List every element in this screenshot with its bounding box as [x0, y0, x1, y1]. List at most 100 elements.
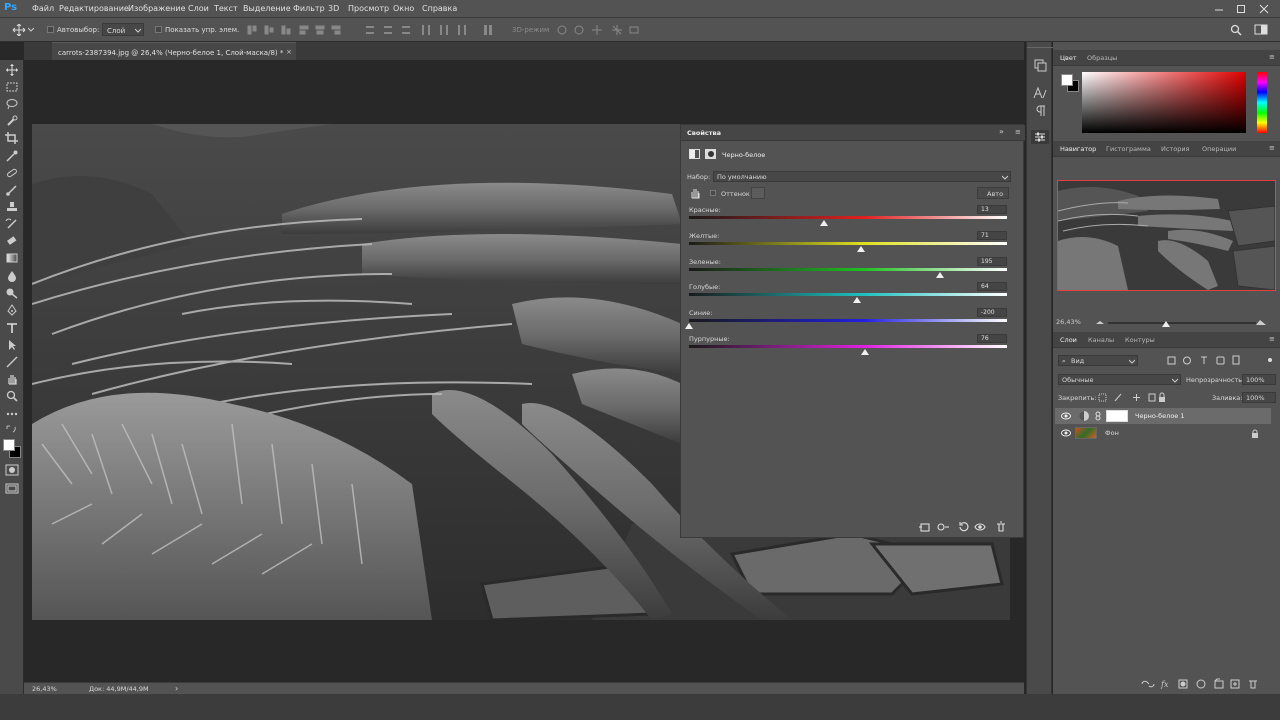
collapse-panel-icon[interactable]: » [999, 127, 1004, 136]
slider-thumb[interactable] [820, 220, 829, 226]
layer-filter-icons[interactable] [1165, 355, 1275, 366]
libraries-icon[interactable] [1033, 58, 1047, 72]
close-icon[interactable] [1259, 4, 1269, 14]
menu-type[interactable]: Текст [214, 4, 238, 13]
slider-track[interactable] [689, 216, 1007, 219]
slider-value-input[interactable]: 76 [977, 334, 1007, 343]
slider-value-input[interactable]: 195 [977, 257, 1007, 266]
healing-brush-tool-icon[interactable] [5, 167, 19, 179]
blur-tool-icon[interactable] [5, 270, 19, 282]
navigator-zoom-slider[interactable] [1096, 318, 1266, 328]
navigator-preview[interactable] [1057, 180, 1276, 291]
slider-track[interactable] [689, 319, 1007, 322]
search-icon[interactable] [1230, 24, 1242, 36]
menu-filter[interactable]: Фильтр [293, 4, 325, 13]
adjustment-icon[interactable] [689, 149, 700, 159]
slider-thumb[interactable] [685, 323, 693, 329]
hue-slider[interactable] [1257, 72, 1267, 133]
properties-icon[interactable] [1031, 130, 1049, 144]
layers-footer-icons[interactable]: fx [1139, 678, 1279, 690]
menu-help[interactable]: Справка [422, 4, 457, 13]
slider-value-input[interactable]: 71 [977, 231, 1007, 240]
panel-menu-icon[interactable]: ≡ [1269, 53, 1275, 61]
slider-track[interactable] [689, 242, 1007, 245]
foreground-color-swatch[interactable] [3, 439, 15, 451]
layer-filter-dropdown[interactable]: ⌕ Вид [1058, 355, 1138, 366]
type-tool-icon[interactable] [5, 322, 19, 334]
status-zoom[interactable]: 26,43% [32, 685, 57, 693]
link-icon[interactable] [1095, 411, 1101, 421]
status-menu-arrow-icon[interactable]: › [175, 684, 178, 693]
tint-checkbox[interactable] [710, 190, 716, 196]
panel-menu-icon[interactable]: ≡ [1015, 128, 1021, 136]
tab-actions[interactable]: Операции [1202, 145, 1236, 153]
crop-tool-icon[interactable] [5, 132, 19, 144]
minimize-icon[interactable] [1214, 4, 1224, 14]
chevron-down-icon[interactable] [28, 27, 34, 33]
slider-track[interactable] [689, 345, 1007, 348]
eraser-tool-icon[interactable] [5, 235, 19, 247]
more-tools-icon[interactable] [5, 408, 19, 420]
menu-select[interactable]: Выделение [243, 4, 291, 13]
path-selection-tool-icon[interactable] [5, 339, 19, 351]
marquee-tool-icon[interactable] [5, 81, 19, 93]
tab-swatches[interactable]: Образцы [1087, 54, 1117, 62]
tab-color[interactable]: Цвет [1060, 54, 1077, 62]
lasso-tool-icon[interactable] [5, 98, 19, 110]
menu-edit[interactable]: Редактирование [59, 4, 129, 13]
autoselect-dropdown[interactable]: Слой [102, 23, 144, 36]
column-grip[interactable] [1027, 44, 1053, 48]
distribute-buttons[interactable] [364, 23, 494, 37]
layer-row-background[interactable]: Фон [1055, 425, 1271, 441]
tab-navigator[interactable]: Навигатор [1060, 145, 1096, 153]
3d-tool-icons[interactable] [556, 23, 640, 37]
move-tool-icon[interactable] [12, 24, 26, 36]
slider-thumb[interactable] [852, 297, 861, 303]
fill-input[interactable]: 100% [1242, 392, 1276, 403]
auto-button[interactable]: Авто [977, 187, 1009, 199]
quick-select-tool-icon[interactable] [5, 115, 19, 127]
pen-tool-icon[interactable] [5, 304, 19, 316]
layer-mask-thumbnail[interactable] [1106, 410, 1128, 422]
maximize-icon[interactable] [1236, 4, 1246, 14]
paragraph-icon[interactable] [1033, 104, 1047, 118]
slider-thumb[interactable] [936, 272, 945, 278]
screen-mode-icon[interactable] [5, 482, 19, 494]
character-icon[interactable] [1033, 86, 1047, 100]
layer-row-bw[interactable]: Черно-белое 1 [1055, 408, 1271, 424]
color-spectrum-field[interactable] [1082, 72, 1246, 133]
menu-image[interactable]: Изображение [128, 4, 186, 13]
foreground-color-swatch-top[interactable] [1061, 74, 1073, 86]
panel-menu-icon[interactable]: ≡ [1269, 144, 1275, 152]
tab-history[interactable]: История [1161, 145, 1189, 153]
close-tab-icon[interactable]: × [286, 48, 292, 56]
dodge-tool-icon[interactable] [5, 287, 19, 299]
slider-value-input[interactable]: 64 [977, 282, 1007, 291]
swap-colors-icon[interactable] [5, 424, 19, 434]
layer-mask-icon[interactable] [705, 149, 716, 159]
tint-color-swatch[interactable] [751, 187, 765, 199]
tab-paths[interactable]: Контуры [1125, 336, 1155, 344]
zoom-tool-icon[interactable] [5, 390, 19, 402]
clone-stamp-tool-icon[interactable] [5, 201, 19, 213]
tab-channels[interactable]: Каналы [1088, 336, 1114, 344]
slider-value-input[interactable]: 13 [977, 205, 1007, 214]
targeted-adjustment-hand-icon[interactable] [689, 187, 701, 199]
lock-icons[interactable] [1097, 392, 1167, 403]
autoselect-checkbox[interactable] [47, 26, 54, 33]
tab-layers[interactable]: Слои [1060, 336, 1077, 344]
slider-thumb[interactable] [857, 246, 866, 252]
eyedropper-tool-icon[interactable] [5, 150, 19, 162]
quick-mask-icon[interactable] [5, 464, 19, 476]
navigator-zoom-value[interactable]: 26,43% [1056, 318, 1081, 326]
align-buttons[interactable] [246, 23, 342, 37]
slider-value-input[interactable]: -200 [977, 308, 1007, 317]
preset-dropdown[interactable]: По умолчанию [713, 171, 1011, 182]
brush-tool-icon[interactable] [5, 184, 19, 196]
menu-layers[interactable]: Слои [188, 4, 209, 13]
menu-view[interactable]: Просмотр [348, 4, 389, 13]
history-brush-tool-icon[interactable] [5, 218, 19, 230]
blend-mode-dropdown[interactable]: Обычные [1058, 374, 1181, 385]
menu-3d[interactable]: 3D [328, 4, 339, 13]
menu-window[interactable]: Окно [393, 4, 414, 13]
